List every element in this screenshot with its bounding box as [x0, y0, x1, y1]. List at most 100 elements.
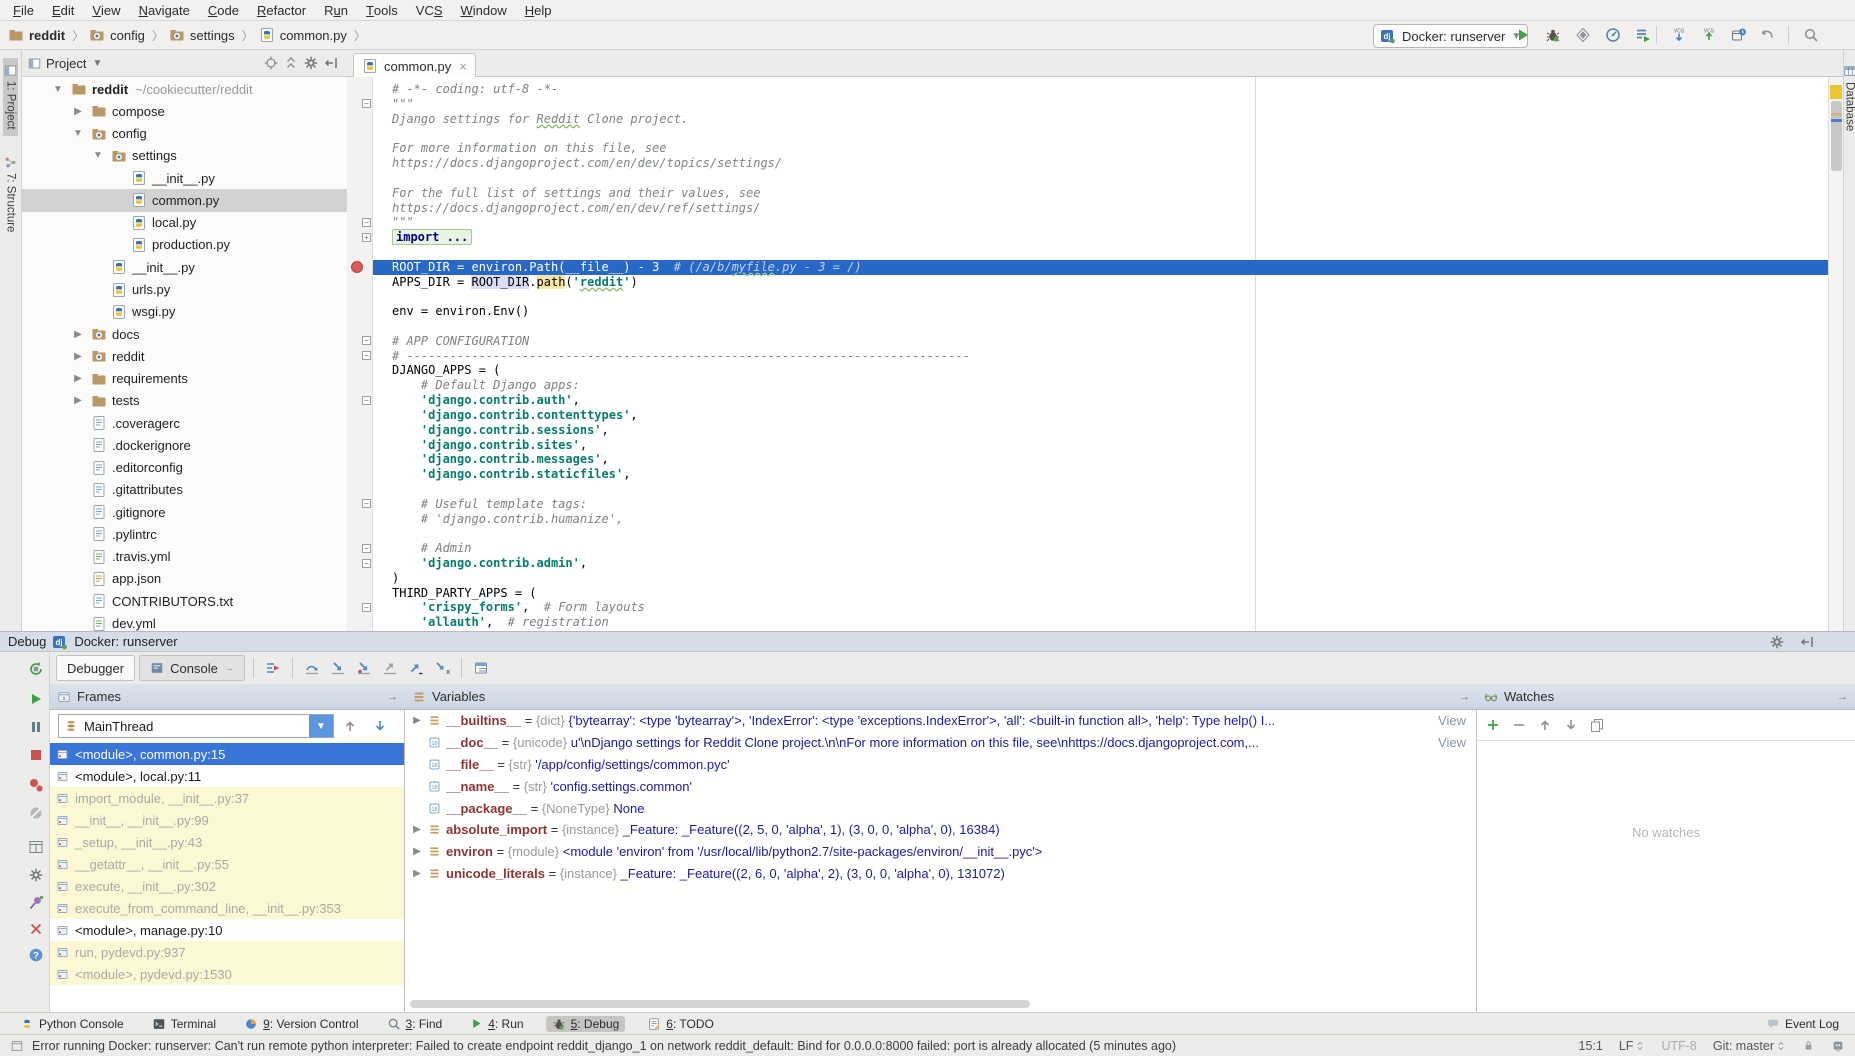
chevron-right-icon[interactable]: ▶	[72, 106, 84, 117]
code-line-7[interactable]	[373, 171, 1828, 186]
close-button[interactable]	[27, 920, 45, 938]
menu-view[interactable]: View	[83, 0, 129, 21]
view-link[interactable]: View	[1436, 735, 1476, 750]
search-everywhere-button[interactable]	[1800, 24, 1822, 46]
collapse-all-button[interactable]	[281, 53, 301, 73]
chevron-right-icon[interactable]: ▶	[72, 351, 84, 362]
fold-collapse-icon[interactable]: −	[362, 336, 371, 345]
tree-item-.pylintrc[interactable]: .pylintrc	[22, 523, 347, 545]
duplicate-watch-button[interactable]	[1589, 717, 1605, 734]
code-line-29[interactable]: # Useful template tags:	[373, 497, 1828, 512]
tree-item-production.py[interactable]: production.py	[22, 234, 347, 256]
code-line-6[interactable]: https://docs.djangoproject.com/en/dev/to…	[373, 156, 1828, 171]
settings-button[interactable]	[1769, 633, 1785, 650]
float-panel-icon[interactable]: →	[1459, 691, 1470, 703]
frame-row[interactable]: execute_from_command_line, __init__.py:3…	[50, 897, 404, 919]
code-line-32[interactable]: # Admin	[373, 541, 1828, 556]
thread-selector[interactable]: MainThread ▼	[58, 714, 334, 738]
fold-collapse-icon[interactable]: −	[362, 544, 371, 553]
run-with-button[interactable]	[1632, 24, 1654, 46]
rollback-button[interactable]	[1756, 24, 1778, 46]
tree-item-.coveragerc[interactable]: .coveragerc	[22, 412, 347, 434]
tree-item-urls.py[interactable]: urls.py	[22, 278, 347, 300]
step-over-button[interactable]	[301, 657, 323, 679]
move-down-button[interactable]	[1563, 717, 1579, 734]
frame-row[interactable]: run, pydevd.py:937	[50, 941, 404, 963]
error-stripe-warning-mark[interactable]	[1830, 85, 1842, 99]
tree-item-reddit[interactable]: ▼reddit~/cookiecutter/reddit	[22, 78, 347, 100]
editor-scrollbar-thumb[interactable]	[1831, 101, 1842, 171]
lock-icon[interactable]	[1802, 1039, 1815, 1052]
menu-run[interactable]: Run	[315, 0, 357, 21]
code-line-2[interactable]: """	[373, 97, 1828, 112]
code-line-19[interactable]: # --------------------------------------…	[373, 349, 1828, 364]
variable-row-environ[interactable]: ▶environ = {module} <module 'environ' fr…	[405, 841, 1476, 863]
frame-row[interactable]: import_module, __init__.py:37	[50, 787, 404, 809]
toolwindow-button-pythonconsole[interactable]: Python Console	[14, 1016, 130, 1032]
code-line-28[interactable]	[373, 482, 1828, 497]
move-up-button[interactable]	[1537, 717, 1553, 734]
view-link[interactable]: View	[1436, 713, 1476, 728]
tree-item-requirements[interactable]: ▶requirements	[22, 367, 347, 389]
profile-button[interactable]	[1602, 24, 1624, 46]
variable-row-package[interactable]: 18__package__ = {NoneType} None	[405, 797, 1476, 819]
force-step-into-button[interactable]	[353, 657, 375, 679]
frame-row[interactable]: __init__, __init__.py:99	[50, 809, 404, 831]
float-panel-icon[interactable]: →	[387, 691, 398, 703]
toolwindow-button-terminal[interactable]: Terminal	[146, 1016, 222, 1032]
step-out-button[interactable]	[379, 657, 401, 679]
show-execution-point-button[interactable]	[262, 657, 284, 679]
event-log-button[interactable]: Event Log	[1766, 1017, 1839, 1031]
add-watch-button[interactable]	[1485, 717, 1501, 734]
menu-navigate[interactable]: Navigate	[130, 0, 199, 21]
run-with-coverage-button[interactable]	[1572, 24, 1594, 46]
frame-row[interactable]: <module>, common.py:15	[50, 743, 404, 765]
menu-tools[interactable]: Tools	[357, 0, 407, 21]
run-to-cursor-button[interactable]	[405, 657, 427, 679]
toolwindow-button-3find[interactable]: 3: Find	[381, 1016, 449, 1032]
tree-item-__init__.py[interactable]: __init__.py	[22, 256, 347, 278]
hide-button[interactable]	[1799, 633, 1815, 650]
rerun-button[interactable]	[27, 660, 45, 678]
code-line-10[interactable]: """	[373, 215, 1828, 230]
stop-button[interactable]	[27, 746, 45, 764]
resume-button[interactable]	[27, 690, 45, 708]
variable-row-unicodeliterals[interactable]: ▶unicode_literals = {instance} _Feature:…	[405, 863, 1476, 885]
toolwindow-button-5debug[interactable]: 5: Debug	[546, 1016, 626, 1032]
code-line-17[interactable]	[373, 319, 1828, 334]
code-line-8[interactable]: For the full list of settings and their …	[373, 186, 1828, 201]
code-line-37[interactable]: 'allauth', # registration	[373, 615, 1828, 630]
tree-item-settings[interactable]: ▼settings	[22, 145, 347, 167]
chevron-right-icon[interactable]: ▶	[72, 395, 84, 406]
code-line-22[interactable]: 'django.contrib.auth',	[373, 393, 1828, 408]
code-line-16[interactable]: env = environ.Env()	[373, 304, 1828, 319]
tree-item-tests[interactable]: ▶tests	[22, 390, 347, 412]
encoding-indicator[interactable]: UTF-8	[1661, 1039, 1696, 1053]
breadcrumb-item-settings[interactable]: settings	[169, 27, 235, 43]
tree-item-reddit[interactable]: ▶reddit	[22, 345, 347, 367]
mute-breakpoints-button[interactable]	[27, 804, 45, 822]
tab-console[interactable]: Console→	[139, 655, 245, 681]
evaluate-expression-button[interactable]: x	[431, 657, 453, 679]
code-line-1[interactable]: # -*- coding: utf-8 -*-	[373, 82, 1828, 97]
view-as-table-button[interactable]	[470, 657, 492, 679]
tree-item-.gitignore[interactable]: .gitignore	[22, 501, 347, 523]
float-panel-icon[interactable]: →	[1837, 691, 1848, 703]
tree-item-wsgi.py[interactable]: wsgi.py	[22, 301, 347, 323]
code-line-31[interactable]	[373, 526, 1828, 541]
chevron-down-icon[interactable]: ▼	[309, 715, 333, 737]
error-stripe-mark[interactable]	[1831, 113, 1842, 116]
tree-item-compose[interactable]: ▶compose	[22, 100, 347, 122]
pin-button[interactable]	[27, 894, 45, 912]
settings-button[interactable]	[301, 53, 321, 73]
tree-item-docs[interactable]: ▶docs	[22, 323, 347, 345]
code-line-24[interactable]: 'django.contrib.sessions',	[373, 423, 1828, 438]
expand-arrow-icon[interactable]: ▶	[411, 846, 423, 857]
fold-collapse-icon[interactable]: −	[362, 218, 371, 227]
fold-collapse-icon[interactable]: −	[362, 396, 371, 405]
tree-item-CONTRIBUTORS.txt[interactable]: CONTRIBUTORS.txt	[22, 590, 347, 612]
debug-button[interactable]	[1542, 24, 1564, 46]
breadcrumb-item-commonpy[interactable]: common.py	[259, 27, 347, 43]
tool-button-database[interactable]: Database	[1842, 58, 1855, 137]
git-branch-indicator[interactable]: Git: master	[1713, 1039, 1786, 1053]
